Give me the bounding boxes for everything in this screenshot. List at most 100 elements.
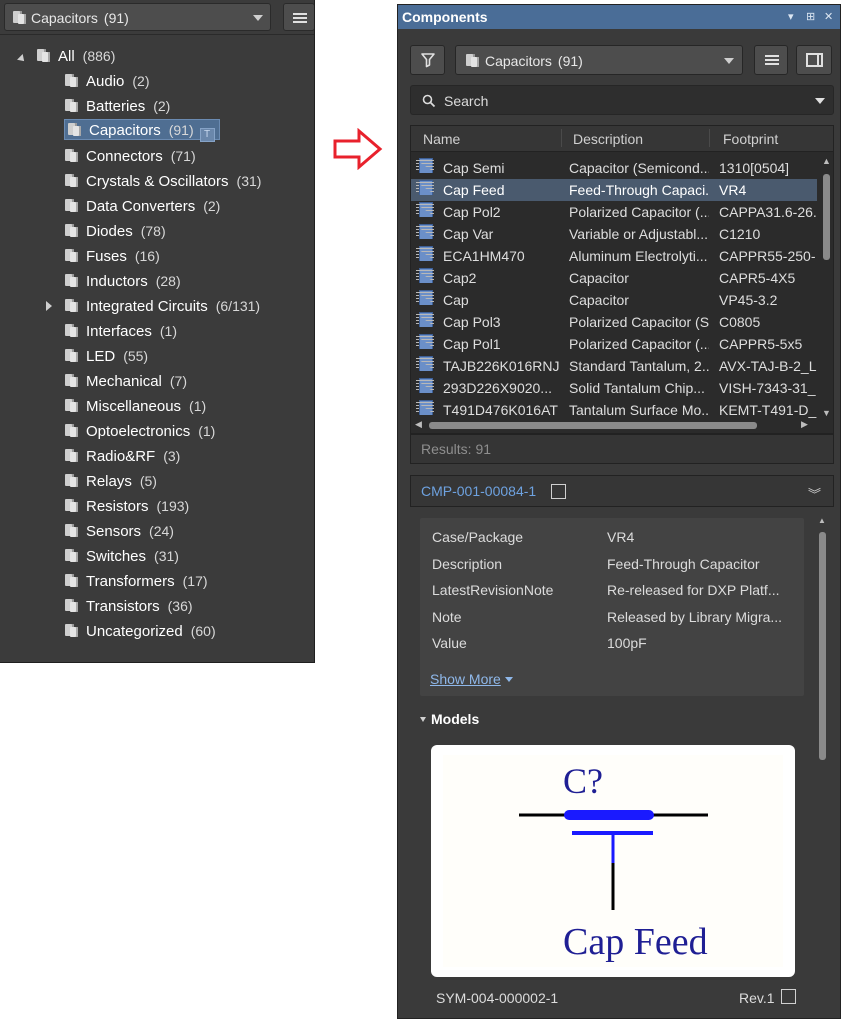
component-checkbox[interactable] — [551, 484, 566, 499]
models-section-header[interactable]: Models — [420, 711, 479, 727]
horizontal-scrollbar-thumb[interactable] — [429, 422, 757, 429]
tree-item[interactable]: Batteries (2) — [64, 94, 170, 118]
column-divider[interactable] — [709, 129, 710, 147]
column-header-name[interactable]: Name — [423, 131, 460, 147]
component-category-combo[interactable]: Capacitors (91) — [455, 45, 743, 75]
close-icon[interactable]: ✕ — [824, 5, 833, 29]
tree-item-count: (2) — [153, 98, 171, 114]
tree-menu-button[interactable] — [283, 3, 314, 31]
chevron-down-icon[interactable] — [724, 58, 734, 64]
component-id-link[interactable]: CMP-001-00084-1 — [421, 483, 536, 499]
tree-item[interactable]: Fuses (16) — [64, 244, 160, 268]
tree-item[interactable]: Transformers (17) — [64, 569, 208, 593]
tree-item[interactable]: Mechanical (7) — [64, 369, 187, 393]
cell-name: 293D226X9020... — [443, 380, 552, 396]
column-header-description[interactable]: Description — [573, 131, 643, 147]
scroll-up-icon[interactable]: ▲ — [822, 156, 831, 166]
tree-item[interactable]: Interfaces (1) — [64, 319, 177, 343]
tree-item-label: Radio&RF — [86, 448, 156, 465]
tree-item-label: Batteries — [86, 98, 146, 115]
scroll-down-icon[interactable]: ▼ — [822, 408, 831, 418]
tree-item[interactable]: Diodes (78) — [64, 219, 166, 243]
expand-collapse-icon[interactable] — [17, 54, 27, 64]
tree-item-content: Connectors (71) — [64, 148, 196, 165]
tree-item-content: Batteries (2) — [64, 98, 170, 115]
component-chip-icon — [416, 399, 434, 415]
tree-item[interactable]: Connectors (71) — [64, 144, 196, 168]
collapse-icon[interactable]: ︾ — [808, 484, 821, 503]
show-more-link[interactable]: Show More — [430, 671, 513, 687]
tree-item-content: Switches (31) — [64, 548, 179, 565]
symbol-designator: C? — [563, 761, 603, 801]
cell-description: Capacitor — [569, 270, 629, 286]
folder-icon — [64, 73, 79, 88]
scrollbar-thumb[interactable] — [823, 174, 830, 260]
scroll-right-icon[interactable]: ▶ — [801, 419, 808, 430]
scrollbar-thumb[interactable] — [819, 532, 826, 760]
table-row[interactable]: Cap Var Variable or Adjustabl... C1210 — [411, 223, 817, 245]
table-row[interactable]: Cap Semi Capacitor (Semicond... 1310[0504] — [411, 157, 817, 179]
tree-item[interactable]: Resistors (193) — [64, 494, 189, 518]
component-chip-icon — [416, 267, 434, 283]
column-divider[interactable] — [561, 129, 562, 147]
search-input[interactable]: Search — [410, 85, 834, 115]
tree-item[interactable]: Uncategorized (60) — [64, 619, 216, 643]
tree-item[interactable]: Crystals & Oscillators (31) — [64, 169, 261, 193]
table-row[interactable]: T491D476K016AT Tantalum Surface Mo... KEMT… — [411, 399, 817, 421]
tree-item[interactable]: Relays (5) — [64, 469, 157, 493]
tree-item[interactable]: Radio&RF (3) — [64, 444, 180, 468]
pin-icon[interactable]: ⊞ — [806, 5, 815, 29]
scroll-left-icon[interactable]: ◀ — [415, 419, 422, 430]
category-combo[interactable]: Capacitors (91) — [4, 3, 271, 31]
table-row[interactable]: TAJB226K016RNJ Standard Tantalum, 2... AVX… — [411, 355, 817, 377]
tree-item[interactable]: LED (55) — [64, 344, 148, 368]
tree-item[interactable]: Integrated Circuits (6/131) — [64, 294, 260, 318]
filter-button[interactable] — [410, 45, 445, 75]
tree-item-content: All (886) — [36, 48, 115, 65]
chevron-down-icon[interactable] — [815, 98, 825, 104]
filter-badge-icon[interactable]: T — [199, 128, 215, 142]
column-header-footprint[interactable]: Footprint — [723, 131, 778, 147]
tree-item[interactable]: Miscellaneous (1) — [64, 394, 206, 418]
property-row: LatestRevisionNote Re-released for DXP Pl… — [432, 582, 779, 598]
panel-menu-icon[interactable]: ▾ — [788, 5, 794, 29]
cell-description: Feed-Through Capaci... — [569, 182, 709, 198]
components-panel: Components ▾ ⊞ ✕ Capacitors (91) Search N… — [397, 4, 841, 1019]
panel-options-button[interactable] — [754, 45, 788, 75]
tree-item-count: (2) — [203, 198, 221, 214]
table-row[interactable]: Cap Feed Feed-Through Capaci... VR4 — [411, 179, 817, 201]
chevron-down-icon[interactable] — [253, 15, 263, 21]
symbol-preview[interactable]: C? Cap Feed — [431, 745, 795, 977]
table-row[interactable]: Cap2 Capacitor CAPR5-4X5 — [411, 267, 817, 289]
tree-item-label: Diodes — [86, 223, 133, 240]
tree-item-content: Radio&RF (3) — [64, 448, 180, 465]
table-row[interactable]: Cap Pol3 Polarized Capacitor (S... C0805 — [411, 311, 817, 333]
tree-item[interactable]: Audio (2) — [64, 69, 150, 93]
scroll-up-icon[interactable]: ▲ — [818, 516, 826, 525]
table-row[interactable]: Cap Capacitor VP45-3.2 — [411, 289, 817, 311]
toggle-details-button[interactable] — [796, 45, 832, 75]
expand-arrow-icon[interactable] — [46, 301, 52, 311]
tree-item[interactable]: Data Converters (2) — [64, 194, 220, 218]
tree-root-all[interactable]: All (886) — [36, 44, 115, 68]
tree-item[interactable]: Transistors (36) — [64, 594, 193, 618]
tree-item[interactable]: Optoelectronics (1) — [64, 419, 215, 443]
table-row[interactable]: Cap Pol2 Polarized Capacitor (... CAPPA31.… — [411, 201, 817, 223]
tree-item[interactable]: Inductors (28) — [64, 269, 181, 293]
table-row[interactable]: 293D226X9020... Solid Tantalum Chip... VIS… — [411, 377, 817, 399]
tree-item[interactable]: Capacitors (91) T — [64, 119, 220, 143]
tree-item-label: Sensors — [86, 523, 142, 540]
cell-name: Cap Semi — [443, 160, 505, 176]
symbol-checkbox[interactable] — [781, 989, 796, 1004]
folder-icon — [64, 348, 79, 363]
tree-item[interactable]: Switches (31) — [64, 544, 179, 568]
tree-item[interactable]: Sensors (24) — [64, 519, 174, 543]
table-row[interactable]: ECA1HM470 Aluminum Electrolyti... CAPPR55-… — [411, 245, 817, 267]
vertical-scrollbar[interactable]: ▲ ▼ — [819, 154, 833, 420]
tree-item-count: (31) — [154, 548, 179, 564]
cell-footprint: CAPPR5-5x5 — [719, 336, 803, 352]
tree-item-label: Audio — [86, 73, 125, 90]
details-scrollbar[interactable]: ▲ — [817, 516, 827, 1018]
table-row[interactable]: Cap Pol1 Polarized Capacitor (... CAPPR5-5… — [411, 333, 817, 355]
tree-item-content: Sensors (24) — [64, 523, 174, 540]
